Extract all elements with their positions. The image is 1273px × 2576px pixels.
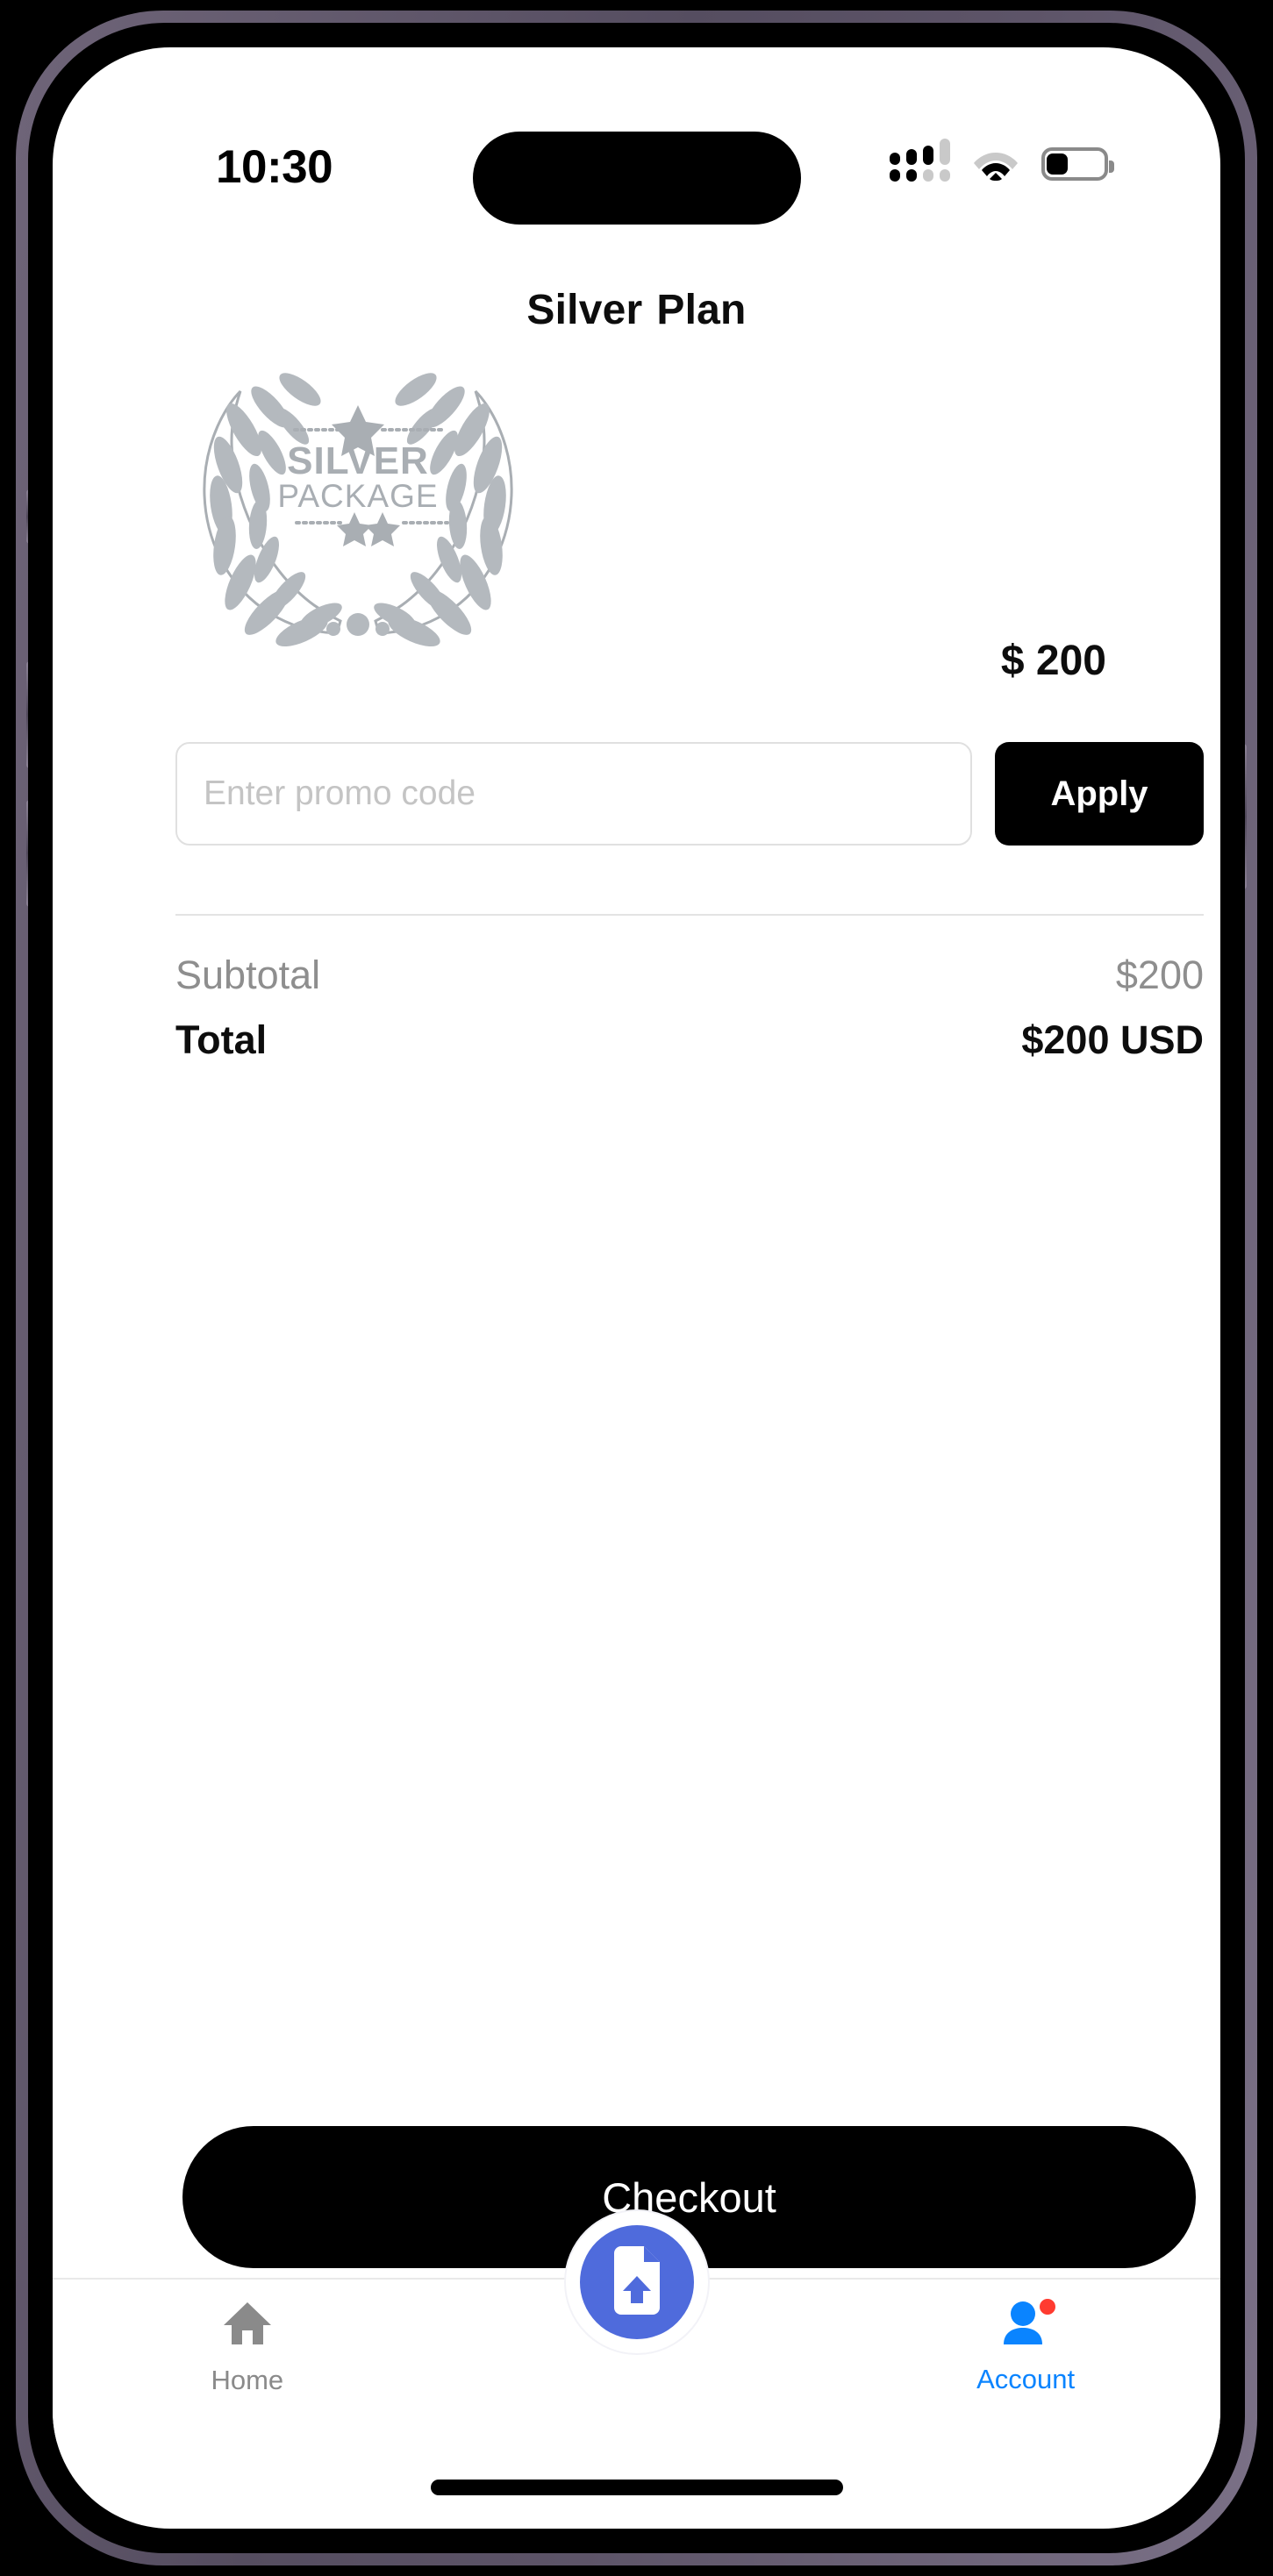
tab-item-account[interactable]: Account [894, 2297, 1157, 2395]
page-title-first: Silver [526, 287, 643, 333]
subtotal-label: Subtotal [175, 953, 321, 997]
dynamic-island [472, 132, 801, 225]
tab-label-account: Account [976, 2364, 1076, 2394]
status-bar: 10:30 [53, 47, 1220, 225]
svg-text:PACKAGE: PACKAGE [277, 478, 438, 514]
promo-code-input[interactable] [175, 742, 972, 846]
silver-package-badge: SILVER PACKAGE [182, 342, 533, 647]
apply-promo-button[interactable]: Apply [995, 742, 1204, 846]
cellular-signal-icon [890, 139, 950, 182]
promo-code-row: Apply [175, 742, 1204, 846]
total-label: Total [175, 1017, 268, 1062]
status-time: 10:30 [216, 141, 333, 193]
wifi-icon [973, 147, 1019, 181]
order-summary: Subtotal $200 Total $200 USD [175, 953, 1204, 1063]
tab-item-home[interactable]: Home [116, 2299, 379, 2396]
subtotal-value: $200 [1115, 953, 1204, 997]
subtotal-row: Subtotal $200 [175, 953, 1204, 998]
svg-text:SILVER: SILVER [287, 439, 429, 482]
page-title-second: Plan [656, 287, 747, 333]
status-icons [890, 139, 1114, 182]
total-value: $200 USD [1021, 1017, 1204, 1062]
document-upload-icon [607, 2245, 667, 2319]
tab-label-home: Home [211, 2365, 284, 2395]
phone-screen: 10:30 Silver Plan SILVER PACKAGE $ 200 E… [53, 47, 1220, 2529]
home-icon [221, 2299, 274, 2352]
summary-divider [175, 914, 1204, 916]
notification-badge-dot [1038, 2297, 1058, 2316]
plan-price: $ 200 [1000, 638, 1106, 684]
person-icon [999, 2297, 1058, 2351]
document-upload-fab[interactable] [565, 2211, 708, 2353]
home-indicator[interactable] [430, 2480, 843, 2495]
total-row: Total $200 USD [175, 1017, 1204, 1063]
page-title: Silver Plan [53, 286, 1220, 334]
battery-low-icon [1041, 146, 1114, 181]
